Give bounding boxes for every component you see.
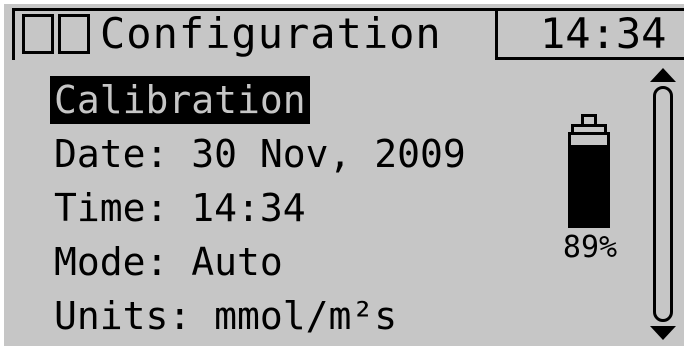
arrow-down-icon[interactable]: [650, 326, 676, 340]
battery-percentage: 89%: [562, 230, 618, 265]
menu-item-calibration[interactable]: Calibration: [50, 76, 310, 124]
empty-box-icon: [22, 14, 54, 54]
menu-item-time[interactable]: Time: 14:34: [50, 184, 310, 232]
clock-time: 14:34: [540, 9, 667, 58]
battery-terminal: [581, 114, 597, 124]
arrow-up-icon[interactable]: [650, 68, 676, 82]
menu-item-date[interactable]: Date: 30 Nov, 2009: [50, 130, 470, 178]
scroll-track[interactable]: [653, 86, 673, 322]
battery-shoulder: [571, 124, 607, 132]
menu-item-units[interactable]: Units: mmol/m²s: [50, 292, 401, 340]
lcd-screen: Configuration 14:34 Calibration Date: 30…: [4, 4, 684, 346]
page-title: Configuration: [100, 9, 442, 58]
empty-box-icon: [58, 14, 90, 54]
menu-item-mode[interactable]: Mode: Auto: [50, 238, 287, 286]
battery-body: [568, 132, 610, 228]
scrollbar[interactable]: [650, 68, 676, 340]
battery-level-fill: [571, 144, 607, 225]
battery-icon: [564, 114, 614, 230]
